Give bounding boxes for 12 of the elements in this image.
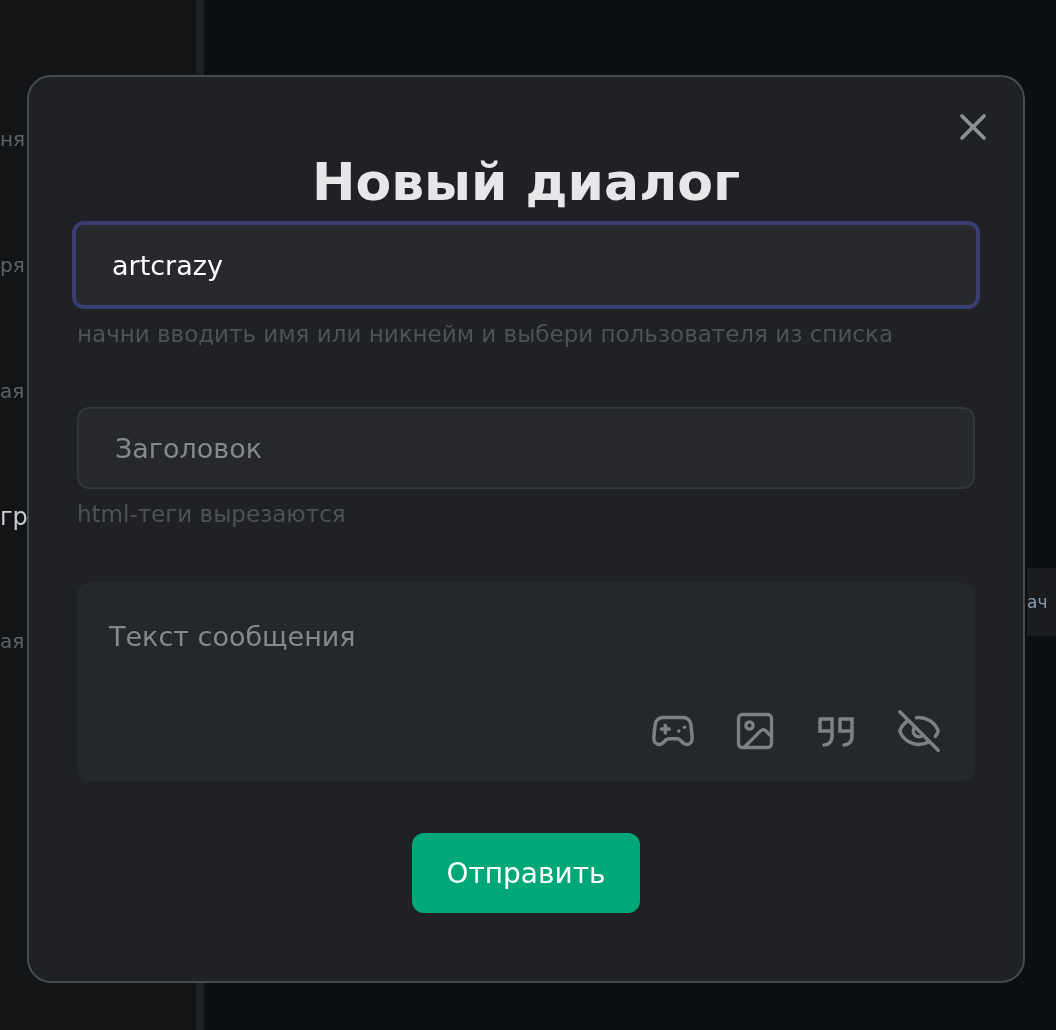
sidebar-text: ря (0, 252, 25, 279)
tab-label[interactable]: ач (1027, 568, 1056, 636)
subject-field[interactable]: Заголовок (77, 407, 975, 489)
sidebar-text: ая (0, 378, 25, 405)
recipient-field[interactable]: artcrazy (72, 221, 980, 309)
dialog-title: Новый диалог (310, 151, 742, 214)
sidebar-text: гр (0, 502, 28, 532)
sidebar-text: ня (0, 126, 26, 153)
eye-off-icon[interactable] (895, 709, 943, 753)
send-button[interactable]: Отправить (412, 833, 640, 913)
message-field[interactable]: Текст сообщения (109, 621, 943, 661)
sidebar-text: ая (0, 628, 25, 655)
